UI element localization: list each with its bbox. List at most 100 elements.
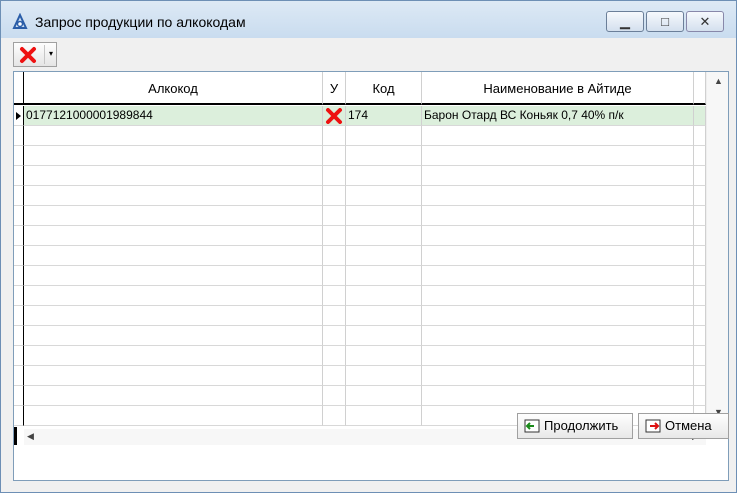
empty-cell[interactable]: [694, 306, 706, 326]
row-indicator[interactable]: [14, 246, 24, 266]
empty-cell[interactable]: [24, 186, 323, 206]
empty-cell[interactable]: [346, 346, 422, 366]
column-header-code[interactable]: Код: [346, 72, 422, 105]
row-indicator[interactable]: [14, 226, 24, 246]
empty-cell[interactable]: [422, 186, 694, 206]
empty-cell[interactable]: [346, 146, 422, 166]
empty-cell[interactable]: [346, 326, 422, 346]
empty-cell[interactable]: [694, 286, 706, 306]
cell-name[interactable]: Барон Отард ВС Коньяк 0,7 40% п/к: [422, 106, 694, 126]
empty-cell[interactable]: [346, 246, 422, 266]
cell-alcocode[interactable]: 0177121000001989844: [24, 106, 323, 126]
empty-cell[interactable]: [24, 146, 323, 166]
row-indicator[interactable]: [14, 166, 24, 186]
empty-cell[interactable]: [24, 246, 323, 266]
empty-cell[interactable]: [346, 126, 422, 146]
empty-cell[interactable]: [422, 326, 694, 346]
empty-cell[interactable]: [24, 126, 323, 146]
close-button[interactable]: ✕: [686, 11, 724, 32]
cell-code[interactable]: 174: [346, 106, 422, 126]
row-indicator[interactable]: [14, 106, 24, 126]
row-indicator[interactable]: [14, 126, 24, 146]
empty-cell[interactable]: [323, 366, 346, 386]
minimize-button[interactable]: ▁: [606, 11, 644, 32]
empty-cell[interactable]: [346, 226, 422, 246]
empty-cell[interactable]: [422, 166, 694, 186]
empty-cell[interactable]: [346, 366, 422, 386]
row-indicator[interactable]: [14, 286, 24, 306]
vertical-scrollbar[interactable]: ▲ ▼: [706, 72, 728, 429]
cancel-button[interactable]: Отмена: [638, 413, 729, 439]
empty-cell[interactable]: [422, 286, 694, 306]
empty-cell[interactable]: [694, 186, 706, 206]
empty-cell[interactable]: [694, 166, 706, 186]
empty-cell[interactable]: [323, 166, 346, 186]
empty-cell[interactable]: [323, 346, 346, 366]
empty-cell[interactable]: [422, 266, 694, 286]
empty-cell[interactable]: [24, 286, 323, 306]
empty-cell[interactable]: [346, 306, 422, 326]
empty-cell[interactable]: [694, 346, 706, 366]
empty-cell[interactable]: [694, 326, 706, 346]
column-header-name[interactable]: Наименование в Айтиде: [422, 72, 694, 105]
column-header-alcocode[interactable]: Алкокод: [24, 72, 323, 105]
empty-cell[interactable]: [323, 266, 346, 286]
cell-status[interactable]: [323, 106, 346, 126]
empty-cell[interactable]: [323, 246, 346, 266]
dropdown-arrow-icon[interactable]: ▾: [46, 43, 56, 66]
empty-cell[interactable]: [323, 206, 346, 226]
empty-cell[interactable]: [24, 206, 323, 226]
row-indicator[interactable]: [14, 386, 24, 406]
empty-cell[interactable]: [694, 386, 706, 406]
empty-cell[interactable]: [323, 226, 346, 246]
maximize-button[interactable]: □: [646, 11, 684, 32]
row-indicator[interactable]: [14, 326, 24, 346]
empty-cell[interactable]: [24, 306, 323, 326]
empty-cell[interactable]: [323, 286, 346, 306]
empty-cell[interactable]: [24, 266, 323, 286]
empty-cell[interactable]: [422, 366, 694, 386]
row-indicator[interactable]: [14, 266, 24, 286]
empty-cell[interactable]: [422, 246, 694, 266]
continue-button[interactable]: Продолжить: [517, 413, 633, 439]
empty-cell[interactable]: [323, 146, 346, 166]
empty-cell[interactable]: [346, 386, 422, 406]
empty-cell[interactable]: [422, 386, 694, 406]
row-indicator[interactable]: [14, 186, 24, 206]
row-indicator[interactable]: [14, 346, 24, 366]
empty-cell[interactable]: [323, 126, 346, 146]
empty-cell[interactable]: [24, 226, 323, 246]
empty-cell[interactable]: [422, 226, 694, 246]
empty-cell[interactable]: [323, 326, 346, 346]
empty-cell[interactable]: [694, 266, 706, 286]
empty-cell[interactable]: [323, 186, 346, 206]
empty-cell[interactable]: [24, 326, 323, 346]
empty-cell[interactable]: [346, 166, 422, 186]
empty-cell[interactable]: [24, 366, 323, 386]
row-indicator[interactable]: [14, 306, 24, 326]
empty-cell[interactable]: [422, 306, 694, 326]
empty-cell[interactable]: [346, 186, 422, 206]
row-indicator[interactable]: [14, 366, 24, 386]
empty-cell[interactable]: [346, 266, 422, 286]
empty-cell[interactable]: [346, 206, 422, 226]
empty-cell[interactable]: [422, 346, 694, 366]
empty-cell[interactable]: [24, 166, 323, 186]
empty-cell[interactable]: [323, 306, 346, 326]
empty-cell[interactable]: [323, 386, 346, 406]
empty-cell[interactable]: [422, 126, 694, 146]
empty-cell[interactable]: [694, 146, 706, 166]
row-indicator[interactable]: [14, 146, 24, 166]
empty-cell[interactable]: [694, 126, 706, 146]
empty-cell[interactable]: [24, 346, 323, 366]
empty-cell[interactable]: [346, 286, 422, 306]
delete-dropdown-button[interactable]: ▾: [13, 42, 57, 67]
empty-cell[interactable]: [694, 366, 706, 386]
empty-cell[interactable]: [694, 246, 706, 266]
row-indicator[interactable]: [14, 206, 24, 226]
empty-cell[interactable]: [694, 226, 706, 246]
empty-cell[interactable]: [694, 206, 706, 226]
scroll-up-icon[interactable]: ▲: [714, 76, 723, 86]
empty-cell[interactable]: [422, 146, 694, 166]
empty-cell[interactable]: [24, 386, 323, 406]
